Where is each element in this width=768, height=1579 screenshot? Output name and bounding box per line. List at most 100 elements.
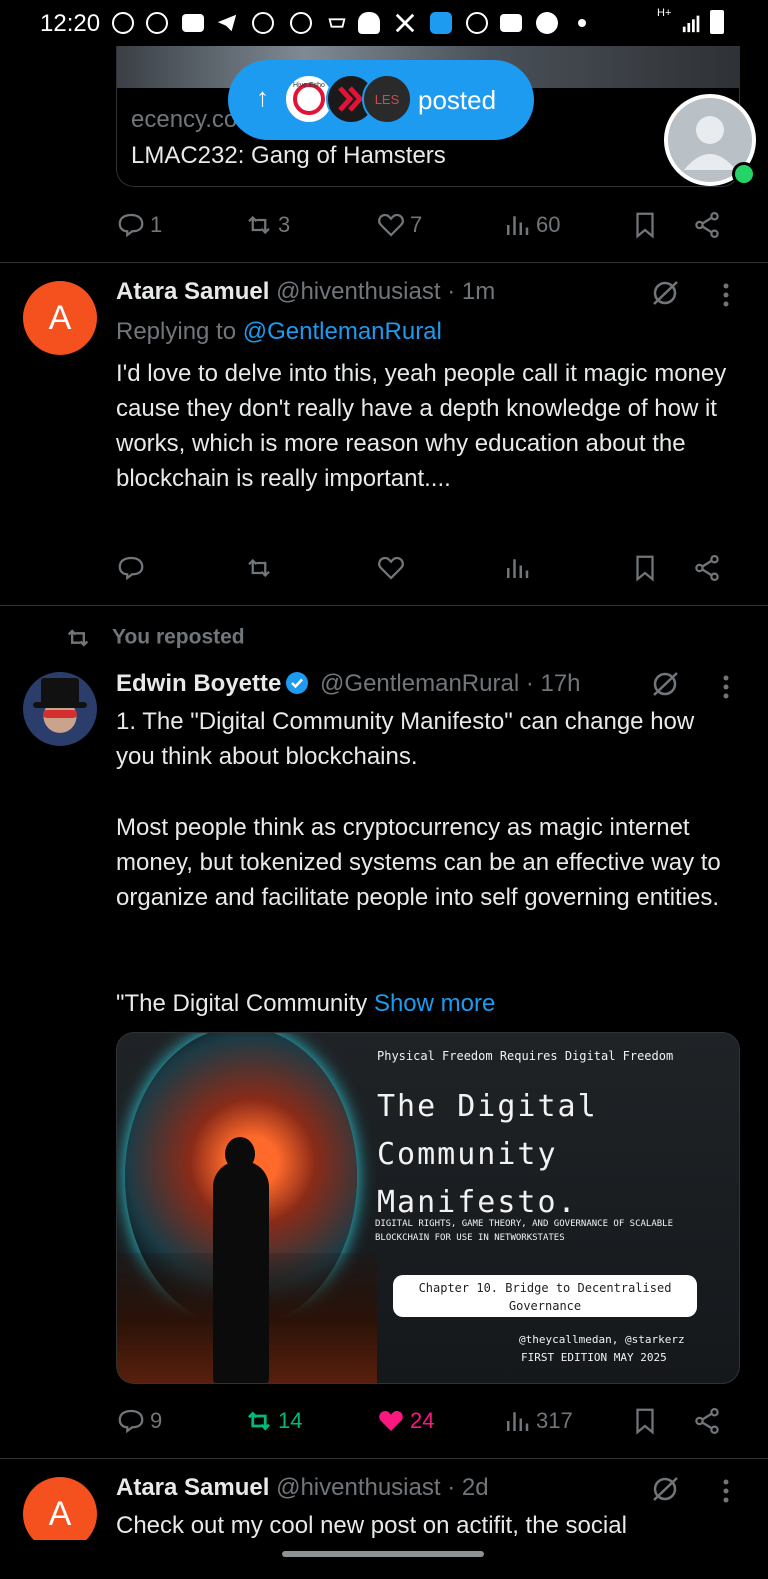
whatsapp-icon [112,12,134,34]
like-button[interactable]: 7 [376,207,422,243]
image-chapter-box: Chapter 10. Bridge to Decentralised Gove… [393,1275,697,1317]
battery-icon [710,10,724,34]
image-edition: FIRST EDITION MAY 2025 [521,1351,667,1364]
image-title-line: Community [377,1137,558,1172]
image-title-line: The Digital [377,1089,598,1124]
author-handle[interactable]: @hiventhusiast [276,1474,440,1501]
repost-button[interactable]: 3 [244,207,290,243]
repost-icon [248,558,270,578]
whatsapp-icon [146,12,168,34]
post-time: · 1m [447,278,496,305]
action-bar: 9 14 24 317 [116,1403,740,1439]
bookmark-icon [636,555,654,582]
action-bar [116,550,740,586]
reply-button[interactable] [116,550,146,586]
image-figure [213,1161,269,1383]
like-button[interactable] [376,550,406,586]
author-handle[interactable]: @GentlemanRural [320,670,519,697]
share-icon [695,1408,719,1434]
reply-icon [118,213,144,238]
bookmark-icon [636,212,654,239]
author-name[interactable]: Edwin Boyette [116,670,281,697]
divider [0,605,768,606]
share-button[interactable] [692,207,722,243]
share-icon [695,555,719,581]
avatar[interactable]: A [23,281,97,355]
home-indicator[interactable] [282,1551,484,1557]
folder-icon [500,14,522,32]
signal-icon [682,15,700,33]
dot-icon [578,19,586,27]
pill-avatar-les: LES [362,74,412,124]
repost-button[interactable]: 14 [244,1403,302,1439]
author-line: Atara Samuel @hiventhusiast · 1m [116,278,495,306]
post-time: · 17h [525,670,581,697]
post-text: I'd love to delve into this, yeah people… [116,360,727,492]
views-button[interactable]: 60 [502,207,560,243]
nav-bar-background [0,1540,768,1579]
link-card-domain: ecency.co [131,106,238,133]
views-button[interactable]: 317 [502,1403,573,1439]
like-button[interactable]: 24 [376,1403,434,1439]
chrome-icon [252,12,274,34]
replying-prefix: Replying to [116,318,243,345]
views-icon [507,1412,529,1431]
status-time: 12:20 [40,10,101,37]
more-options-icon[interactable] [722,1478,730,1504]
b-icon [536,12,558,34]
post-time: · 2d [447,1474,489,1501]
share-button[interactable] [692,1403,722,1439]
like-count: 24 [410,1408,435,1433]
replying-to-handle[interactable]: @GentlemanRural [243,318,442,345]
grok-icon[interactable] [650,278,680,308]
arrow-up-icon: ↑ [256,82,269,112]
new-posts-pill[interactable]: ↑ Hive Echo LES posted [228,60,534,140]
grok-icon[interactable] [650,1474,680,1504]
reply-button[interactable]: 9 [116,1403,162,1439]
status-bar: 12:20 H+ [0,0,768,46]
avatar[interactable] [23,672,97,746]
views-count: 317 [536,1408,573,1433]
bookmark-icon [636,1408,654,1435]
more-options-icon[interactable] [722,282,730,308]
whatsapp-icon [732,162,756,186]
bookmark-button[interactable] [630,1403,660,1439]
image-subtitle: DIGITAL RIGHTS, GAME THEORY, AND GOVERNA… [375,1219,674,1243]
post-text-paragraph: Most people think as cryptocurrency as m… [116,814,721,911]
post-text: Check out my cool new post on actifit, t… [116,1512,627,1539]
post-text-truncated: "The Digital Community [116,990,374,1017]
link-card-title: LMAC232: Gang of Hamsters [131,142,446,169]
reply-count: 1 [150,212,163,237]
views-count: 60 [536,212,561,237]
heart-icon [378,213,404,237]
views-button[interactable] [502,550,532,586]
avatar-glasses [43,710,77,718]
repost-count: 3 [278,212,291,237]
repost-count: 14 [278,1408,303,1433]
author-name[interactable]: Atara Samuel [116,278,269,305]
share-button[interactable] [692,550,722,586]
pill-avatar-label-1: Hive Echo [293,82,325,89]
grok-icon[interactable] [650,669,680,699]
bookmark-button[interactable] [630,207,660,243]
heart-icon [378,556,404,580]
repost-label: You reposted [112,625,245,649]
burger-icon [358,12,380,34]
more-options-icon[interactable] [722,674,730,700]
post-image[interactable]: Physical Freedom Requires Digital Freedo… [116,1032,740,1384]
author-name[interactable]: Atara Samuel [116,1474,269,1501]
reply-button[interactable]: 1 [116,207,162,243]
show-more-link[interactable]: Show more [374,990,495,1017]
bookmark-button[interactable] [630,550,660,586]
like-count: 7 [410,212,423,237]
verified-icon [286,672,309,694]
author-handle[interactable]: @hiventhusiast [276,278,440,305]
repost-icon [248,215,270,235]
image-title: The Digital Community Manifesto. [377,1083,598,1227]
repost-icon [248,1411,270,1431]
image-chapter: Chapter 10. Bridge to Decentralised Gove… [418,1281,672,1313]
chrome-icon [290,12,312,34]
divider [0,262,768,263]
action-bar: 1 3 7 60 [116,207,740,243]
repost-button[interactable] [244,550,274,586]
